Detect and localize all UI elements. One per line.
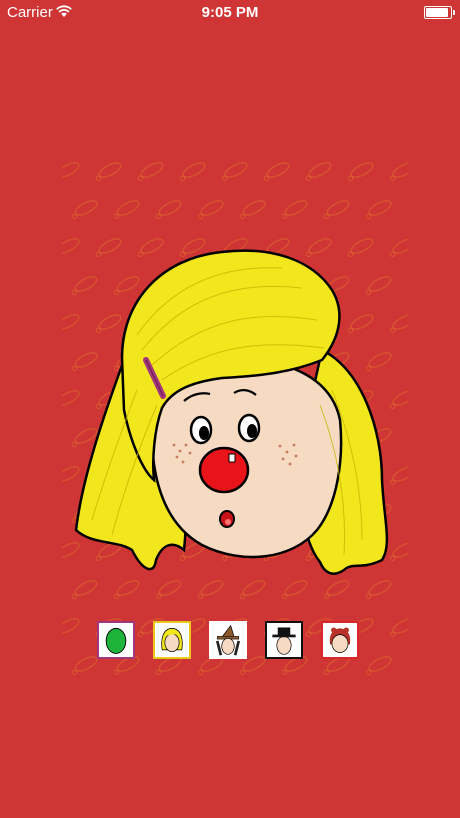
black-hat-icon [272, 627, 296, 655]
pattern-motif [407, 669, 408, 676]
pattern-motif [305, 162, 332, 182]
pattern-motif [197, 200, 224, 220]
witch-icon [215, 624, 241, 656]
pattern-motif [62, 618, 80, 634]
pattern-motif [389, 162, 408, 182]
character-picker [97, 621, 367, 665]
pattern-motif [71, 200, 98, 220]
red-hair-girl-thumbnail[interactable] [321, 621, 359, 659]
pattern-motif [71, 656, 98, 676]
pattern-motif [347, 162, 374, 182]
pattern-motif [263, 162, 290, 182]
character-face [74, 249, 389, 575]
battery-icon [424, 6, 455, 19]
pattern-motif [155, 200, 182, 220]
pattern-motif [281, 200, 308, 220]
red-hair-girl-icon [329, 627, 351, 653]
status-time: 9:05 PM [201, 4, 259, 21]
pattern-motif [62, 162, 80, 178]
green-face-icon [105, 627, 127, 654]
status-bar: Carrier 9:05 PM [0, 0, 460, 24]
pattern-motif [407, 213, 408, 220]
pattern-motif [137, 162, 164, 182]
black-hat-thumbnail[interactable] [265, 621, 303, 659]
pattern-motif [407, 441, 408, 448]
pattern-motif [95, 162, 122, 182]
pattern-motif [113, 200, 140, 220]
blonde-girl-thumbnail[interactable] [153, 621, 191, 659]
pattern-motif [389, 618, 408, 638]
pattern-motif [179, 162, 206, 182]
pattern-motif [407, 593, 408, 600]
pattern-motif [323, 200, 350, 220]
pattern-motif [365, 656, 392, 676]
pattern-motif [365, 200, 392, 220]
pattern-motif [407, 365, 408, 372]
pattern-motif [407, 289, 408, 296]
blonde-girl-icon [161, 628, 183, 652]
green-face-thumbnail[interactable] [97, 621, 135, 659]
pattern-motif [239, 200, 266, 220]
witch-thumbnail[interactable] [209, 621, 247, 659]
clown-nose [198, 446, 250, 494]
pattern-motif [407, 517, 408, 524]
pattern-motif [221, 162, 248, 182]
